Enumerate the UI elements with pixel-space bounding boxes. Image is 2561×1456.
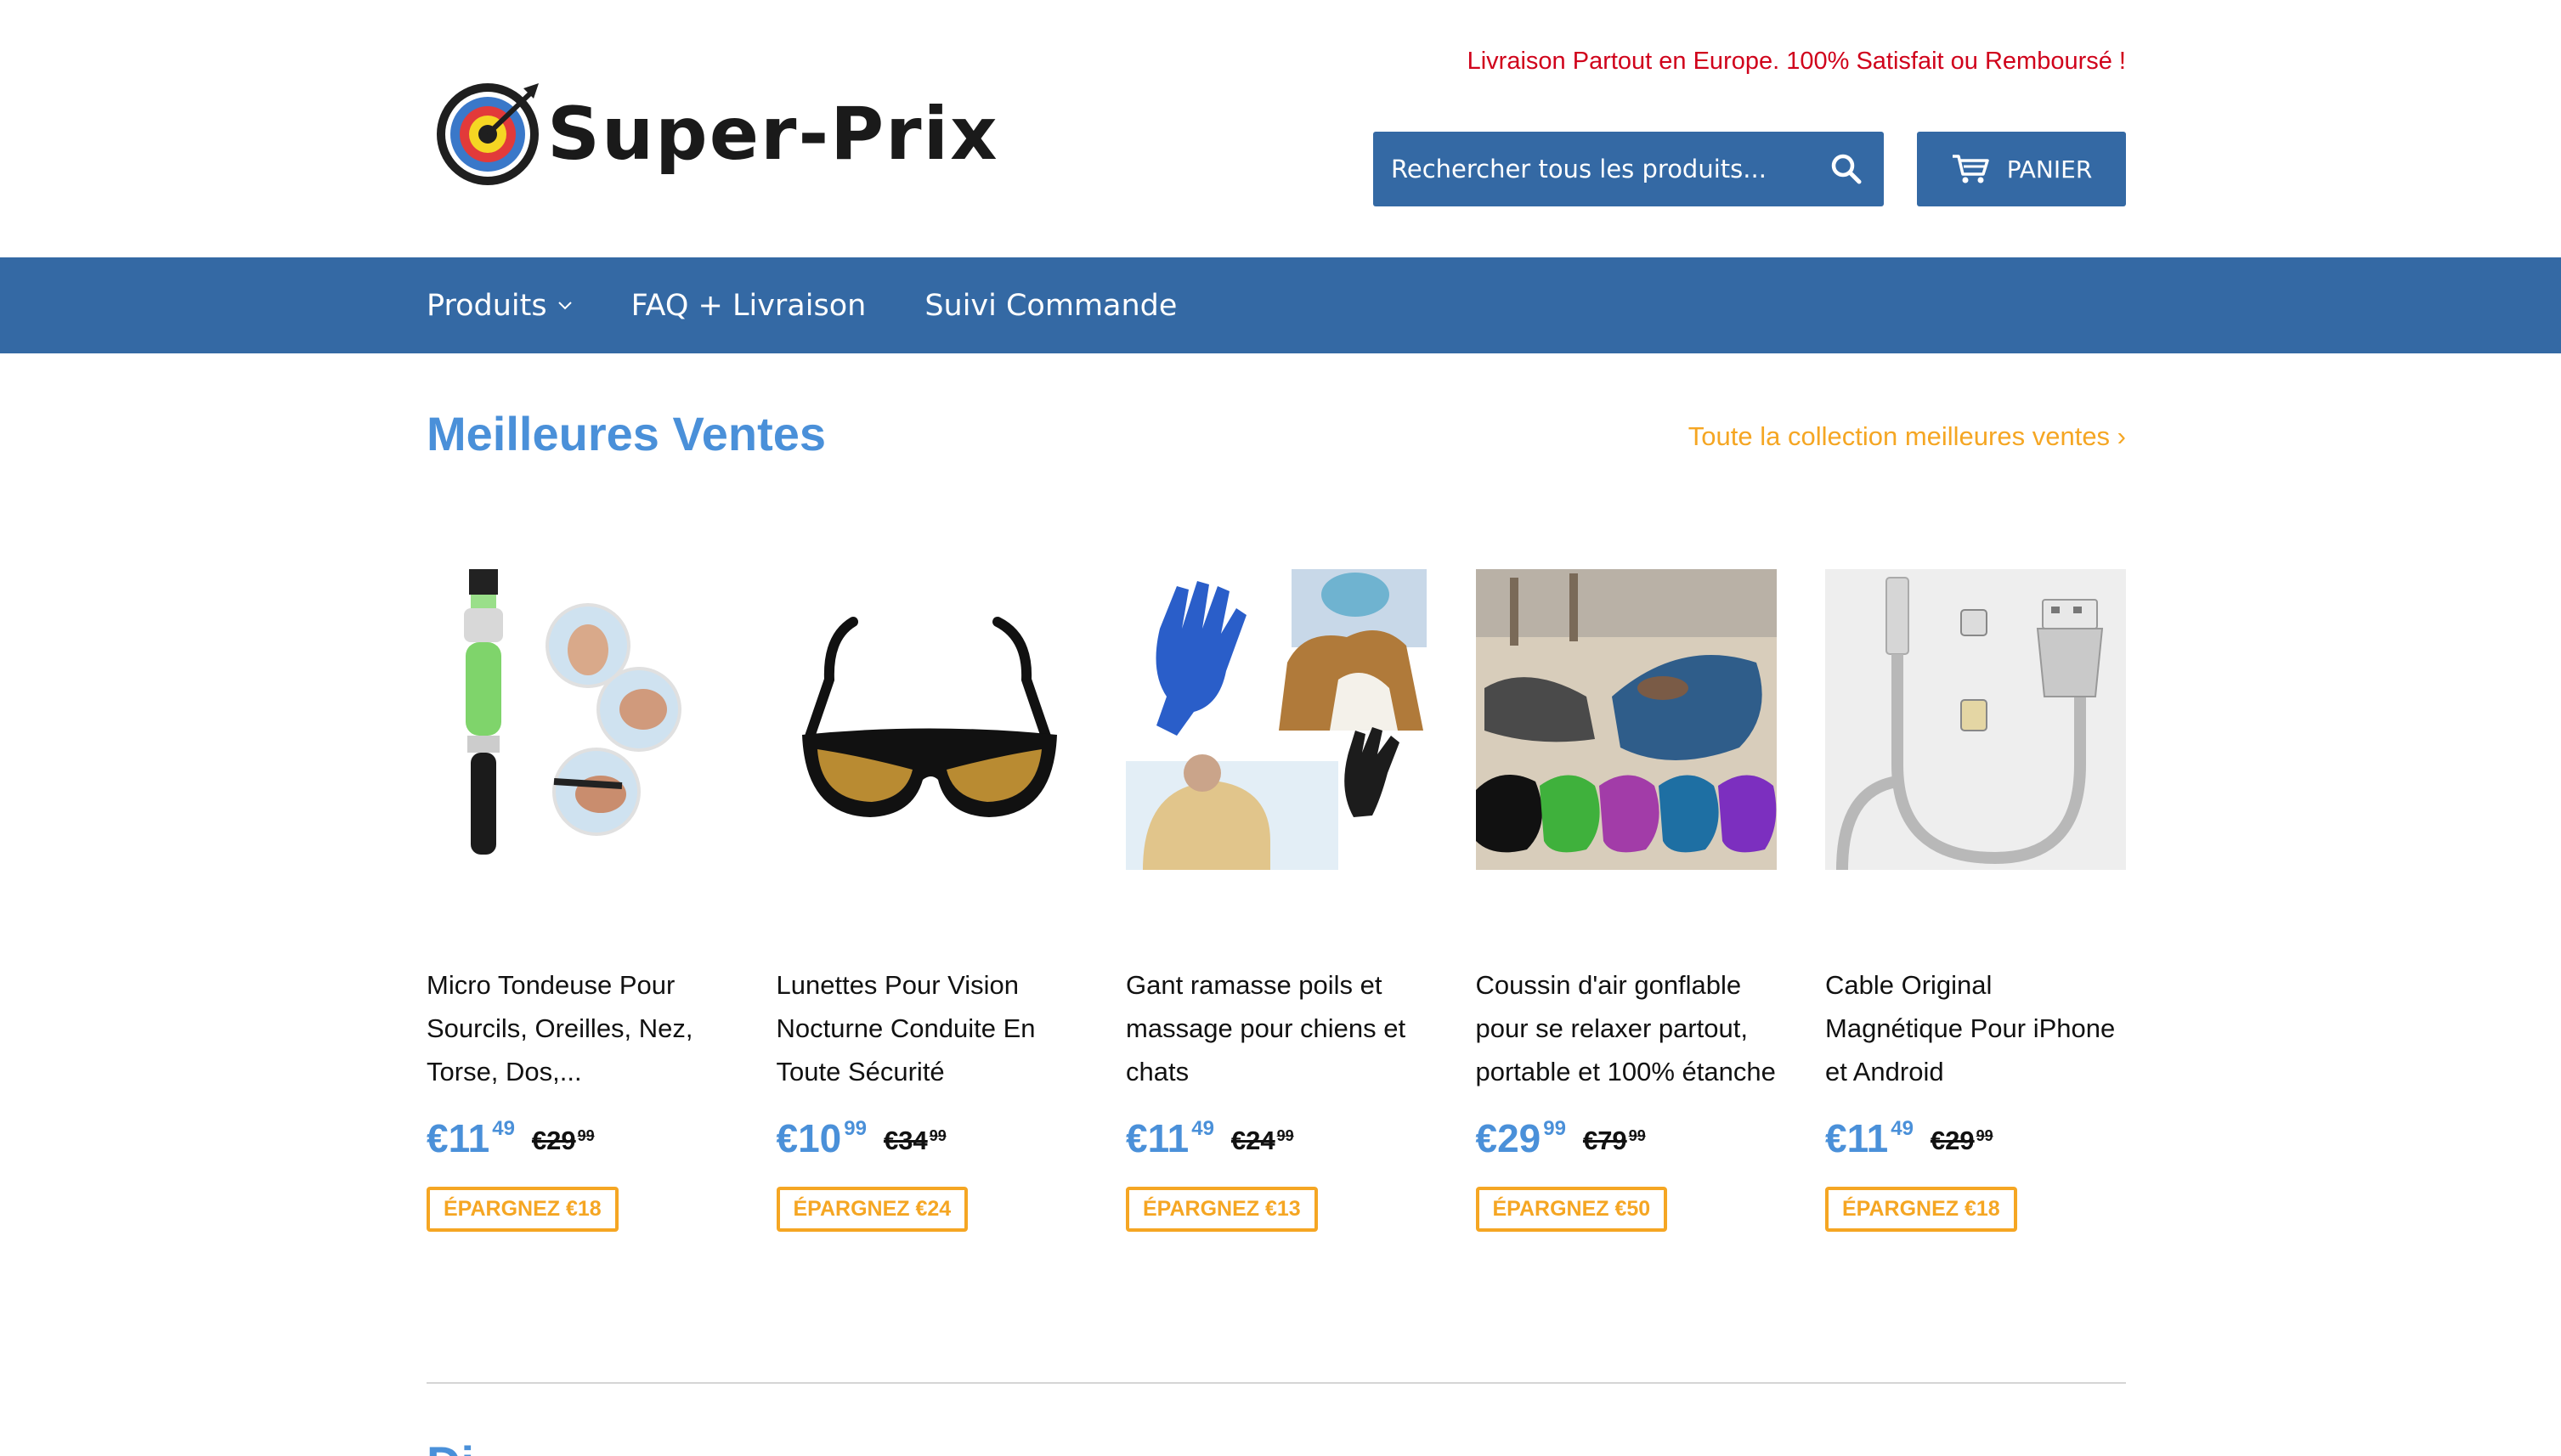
price-row: €11 49 €24 99	[1126, 1115, 1427, 1161]
main-nav: Produits FAQ + Livraison Suivi Commande	[0, 257, 2561, 353]
search-button[interactable]	[1809, 132, 1884, 206]
savings-badge: ÉPARGNEZ €50	[1475, 1187, 1668, 1232]
product-grid: Micro Tondeuse Pour Sourcils, Oreilles, …	[427, 569, 2126, 1232]
product-title[interactable]: Cable Original Magnétique Pour iPhone et…	[1825, 963, 2126, 1093]
nav-item-label: Suivi Commande	[924, 288, 1178, 323]
sale-price: €10 99	[776, 1116, 867, 1160]
glove-image	[1126, 569, 1427, 870]
cart-icon	[1952, 155, 1989, 183]
product-card[interactable]: Cable Original Magnétique Pour iPhone et…	[1825, 569, 2126, 1232]
search-icon	[1831, 154, 1862, 184]
product-image-glasses[interactable]	[777, 569, 1077, 870]
product-title[interactable]: Gant ramasse poils et massage pour chien…	[1126, 963, 1427, 1093]
trimmer-image	[464, 569, 681, 855]
sale-price: €11 49	[427, 1116, 515, 1160]
search-input[interactable]	[1373, 132, 1809, 206]
section-divider	[427, 1382, 2126, 1384]
savings-badge: ÉPARGNEZ €24	[776, 1187, 969, 1232]
product-card[interactable]: Coussin d'air gonflable pour se relaxer …	[1475, 569, 1777, 1232]
compare-price: €34 99	[883, 1126, 947, 1155]
sale-price: €11 49	[1126, 1116, 1214, 1160]
glasses-image	[801, 617, 1057, 817]
next-section-title: Di	[427, 1436, 474, 1456]
product-card[interactable]: Micro Tondeuse Pour Sourcils, Oreilles, …	[427, 569, 727, 1232]
savings-badge: ÉPARGNEZ €18	[1825, 1187, 2017, 1232]
product-title[interactable]: Micro Tondeuse Pour Sourcils, Oreilles, …	[427, 963, 727, 1093]
air-sofa-image	[1475, 569, 1777, 870]
search-bar	[1373, 132, 1884, 206]
view-all-link[interactable]: Toute la collection meilleures ventes ›	[1688, 421, 2126, 452]
chevron-down-icon	[557, 301, 572, 309]
price-row: €11 49 €29 99	[427, 1115, 727, 1161]
nav-item-label: FAQ + Livraison	[630, 288, 867, 323]
product-title[interactable]: Coussin d'air gonflable pour se relaxer …	[1476, 963, 1777, 1093]
cart-button[interactable]: PANIER	[1917, 132, 2126, 206]
product-image-glove[interactable]	[1126, 569, 1427, 870]
cart-label: PANIER	[2006, 155, 2093, 183]
compare-price: €24 99	[1230, 1126, 1294, 1155]
savings-badge: ÉPARGNEZ €18	[427, 1187, 619, 1232]
product-title[interactable]: Lunettes Pour Vision Nocturne Conduite E…	[777, 963, 1077, 1093]
product-image-trimmer[interactable]	[427, 569, 727, 870]
savings-badge: ÉPARGNEZ €13	[1126, 1187, 1318, 1232]
nav-item-suivi[interactable]: Suivi Commande	[924, 289, 1177, 323]
nav-item-produits[interactable]: Produits	[427, 289, 573, 323]
target-arrow-icon	[437, 83, 539, 185]
logo-text: Super-Prix	[547, 92, 999, 177]
section-title: Meilleures Ventes	[427, 407, 827, 460]
sale-price: €29 99	[1475, 1116, 1566, 1160]
sale-price: €11 49	[1825, 1116, 1914, 1160]
product-image-air-sofa[interactable]	[1475, 569, 1777, 870]
price-row: €29 99 €79 99	[1476, 1115, 1777, 1161]
promo-banner: Livraison Partout en Europe. 100% Satisf…	[1467, 48, 2126, 75]
nav-item-faq[interactable]: FAQ + Livraison	[631, 289, 867, 323]
site-logo[interactable]: Super-Prix	[435, 82, 999, 187]
price-row: €10 99 €34 99	[777, 1115, 1077, 1161]
price-row: €11 49 €29 99	[1825, 1115, 2126, 1161]
product-card[interactable]: Gant ramasse poils et massage pour chien…	[1126, 569, 1427, 1232]
compare-price: €79 99	[1582, 1126, 1646, 1155]
compare-price: €29 99	[531, 1126, 595, 1155]
nav-item-label: Produits	[427, 288, 547, 323]
cable-image	[1825, 569, 2126, 870]
site-header: Livraison Partout en Europe. 100% Satisf…	[0, 0, 2561, 257]
compare-price: €29 99	[1930, 1126, 1993, 1155]
product-image-cable[interactable]	[1825, 569, 2126, 870]
product-card[interactable]: Lunettes Pour Vision Nocturne Conduite E…	[776, 569, 1077, 1232]
